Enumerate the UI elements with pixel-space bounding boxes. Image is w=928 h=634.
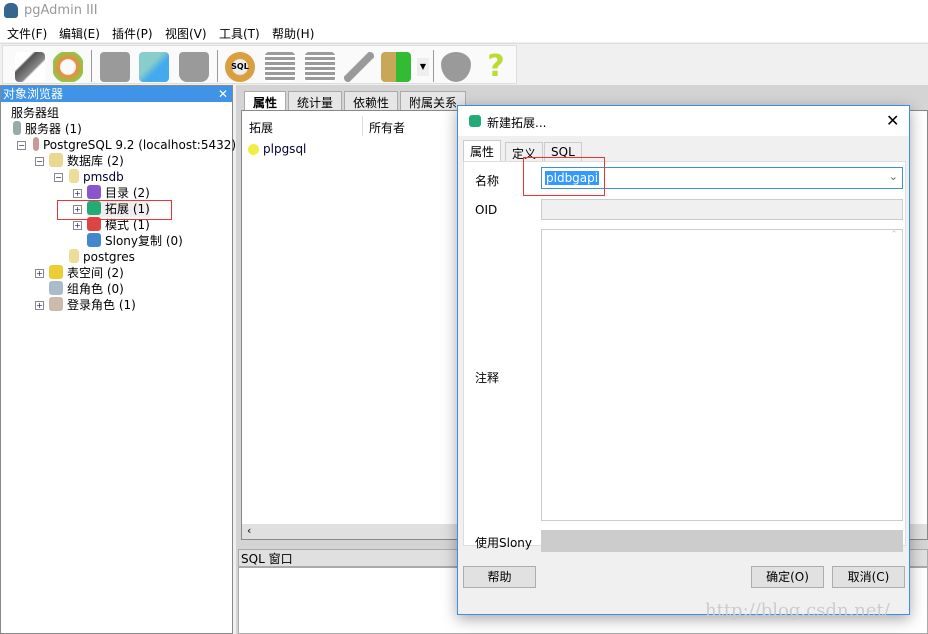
expand-icon[interactable]: + bbox=[73, 189, 82, 198]
dialog-tab-definition[interactable]: 定义 bbox=[505, 142, 544, 162]
object-browser-title: 对象浏览器 bbox=[3, 87, 64, 101]
tree-extensions[interactable]: 拓展 (1) bbox=[87, 201, 150, 217]
toolbar: SQL ▼ ? bbox=[0, 43, 928, 85]
list-item[interactable]: plpgsql bbox=[248, 141, 306, 157]
slony-label: 使用Slony bbox=[475, 536, 533, 550]
menu-edit[interactable]: 编辑(E) bbox=[59, 25, 100, 42]
expand-icon[interactable]: + bbox=[73, 221, 82, 230]
extension-icon bbox=[248, 144, 259, 155]
help-button[interactable]: 帮助 bbox=[463, 566, 536, 588]
vertical-scrollbar[interactable]: ⌃ bbox=[886, 230, 902, 520]
delete-icon bbox=[179, 52, 209, 82]
tree-server-groups[interactable]: 服务器组 bbox=[11, 105, 59, 121]
database-icon bbox=[69, 169, 79, 183]
menu-plugins[interactable]: 插件(P) bbox=[112, 25, 153, 42]
column-header-extension[interactable]: 拓展 bbox=[249, 119, 273, 136]
collapse-icon[interactable]: − bbox=[17, 141, 26, 150]
server-icon bbox=[33, 137, 39, 151]
view-data-icon bbox=[265, 52, 295, 82]
app-title: pgAdmin III bbox=[24, 3, 98, 18]
tab-statistics[interactable]: 统计量 bbox=[288, 91, 343, 111]
catalog-icon bbox=[87, 185, 101, 199]
plugins-dropdown-icon[interactable]: ▼ bbox=[417, 58, 429, 76]
object-browser: 对象浏览器 ✕ 服务器组 服务器 (1) − PostgreSQL 9.2 (lo… bbox=[0, 85, 236, 634]
elephant-logo-icon bbox=[4, 3, 18, 18]
expand-icon[interactable]: + bbox=[35, 301, 44, 310]
cancel-button[interactable]: 取消(C) bbox=[832, 566, 905, 588]
scroll-left-icon[interactable]: ‹ bbox=[247, 524, 251, 537]
menu-help[interactable]: 帮助(H) bbox=[272, 25, 314, 42]
dialog-properties-panel: 名称 pldbgapi ⌄ OID 注释 ⌃ 使用Slony bbox=[463, 161, 906, 552]
oid-label: OID bbox=[475, 203, 498, 217]
tablespace-icon bbox=[49, 265, 63, 279]
login-role-icon bbox=[49, 297, 63, 311]
watermark: http://blog.csdn.net/ bbox=[705, 600, 890, 621]
tree-servers[interactable]: 服务器 (1) bbox=[13, 121, 82, 137]
new-extension-dialog: 新建拓展... ✕ 属性 定义 SQL 名称 pldbgapi ⌄ OID 注释… bbox=[457, 105, 910, 615]
close-icon[interactable]: ✕ bbox=[886, 111, 899, 130]
name-combobox[interactable]: pldbgapi ⌄ bbox=[541, 167, 903, 189]
menu-file[interactable]: 文件(F) bbox=[7, 25, 47, 42]
slony-icon bbox=[87, 233, 101, 247]
tree-databases[interactable]: 数据库 (2) bbox=[49, 153, 124, 169]
create-icon bbox=[100, 52, 130, 82]
ok-button[interactable]: 确定(O) bbox=[751, 566, 824, 588]
tree-db-postgres[interactable]: postgres bbox=[69, 249, 135, 265]
title-bar: pgAdmin III bbox=[0, 0, 928, 22]
comment-label: 注释 bbox=[475, 371, 500, 385]
expand-icon[interactable]: + bbox=[73, 205, 82, 214]
chevron-down-icon[interactable]: ⌄ bbox=[889, 170, 898, 183]
expand-icon[interactable]: + bbox=[35, 269, 44, 278]
tree-login-roles[interactable]: 登录角色 (1) bbox=[49, 297, 136, 313]
group-role-icon bbox=[49, 281, 63, 295]
tree-slony[interactable]: Slony复制 (0) bbox=[87, 233, 183, 249]
extension-icon bbox=[87, 201, 101, 215]
dialog-tab-properties[interactable]: 属性 bbox=[463, 140, 502, 162]
tree-group-roles[interactable]: 组角色 (0) bbox=[49, 281, 124, 297]
tree-db-pmsdb[interactable]: pmsdb bbox=[69, 169, 124, 185]
refresh-icon[interactable] bbox=[53, 52, 83, 82]
hint-icon bbox=[441, 52, 471, 82]
name-value: pldbgapi bbox=[545, 171, 600, 185]
dialog-tab-sql[interactable]: SQL bbox=[544, 142, 582, 162]
menu-tools[interactable]: 工具(T) bbox=[219, 25, 260, 42]
tab-properties[interactable]: 属性 bbox=[244, 91, 287, 111]
comment-textarea[interactable]: ⌃ bbox=[541, 229, 903, 521]
schema-icon bbox=[87, 217, 101, 231]
menu-view[interactable]: 视图(V) bbox=[165, 25, 207, 42]
slony-select bbox=[541, 530, 903, 552]
tree-schemas[interactable]: 模式 (1) bbox=[87, 217, 150, 233]
tree-tablespaces[interactable]: 表空间 (2) bbox=[49, 265, 124, 281]
properties-icon[interactable] bbox=[139, 52, 169, 82]
database-icon bbox=[69, 249, 79, 263]
collapse-icon[interactable]: − bbox=[54, 173, 63, 182]
databases-icon bbox=[49, 153, 63, 167]
tree-postgresql-server[interactable]: PostgreSQL 9.2 (localhost:5432) bbox=[33, 137, 236, 153]
dialog-title-bar: 新建拓展... ✕ bbox=[458, 106, 909, 136]
extension-icon bbox=[469, 115, 481, 127]
tab-dependencies[interactable]: 依赖性 bbox=[344, 91, 399, 111]
plugins-icon[interactable] bbox=[381, 52, 411, 82]
column-header-owner[interactable]: 所有者 bbox=[369, 119, 405, 136]
server-icon bbox=[13, 121, 21, 135]
maintenance-icon bbox=[344, 52, 374, 82]
collapse-icon[interactable]: − bbox=[35, 157, 44, 166]
menu-bar: 文件(F) 编辑(E) 插件(P) 视图(V) 工具(T) 帮助(H) bbox=[0, 22, 928, 42]
tree-catalogs[interactable]: 目录 (2) bbox=[87, 185, 150, 201]
name-label: 名称 bbox=[475, 174, 500, 188]
dialog-title: 新建拓展... bbox=[487, 116, 547, 130]
help-icon[interactable]: ? bbox=[481, 52, 511, 82]
close-icon[interactable]: ✕ bbox=[218, 86, 228, 102]
object-browser-header: 对象浏览器 ✕ bbox=[1, 86, 232, 102]
filtered-data-icon bbox=[305, 52, 335, 82]
sql-query-icon[interactable]: SQL bbox=[225, 52, 255, 82]
oid-field bbox=[541, 199, 903, 220]
connect-icon[interactable] bbox=[15, 52, 45, 82]
